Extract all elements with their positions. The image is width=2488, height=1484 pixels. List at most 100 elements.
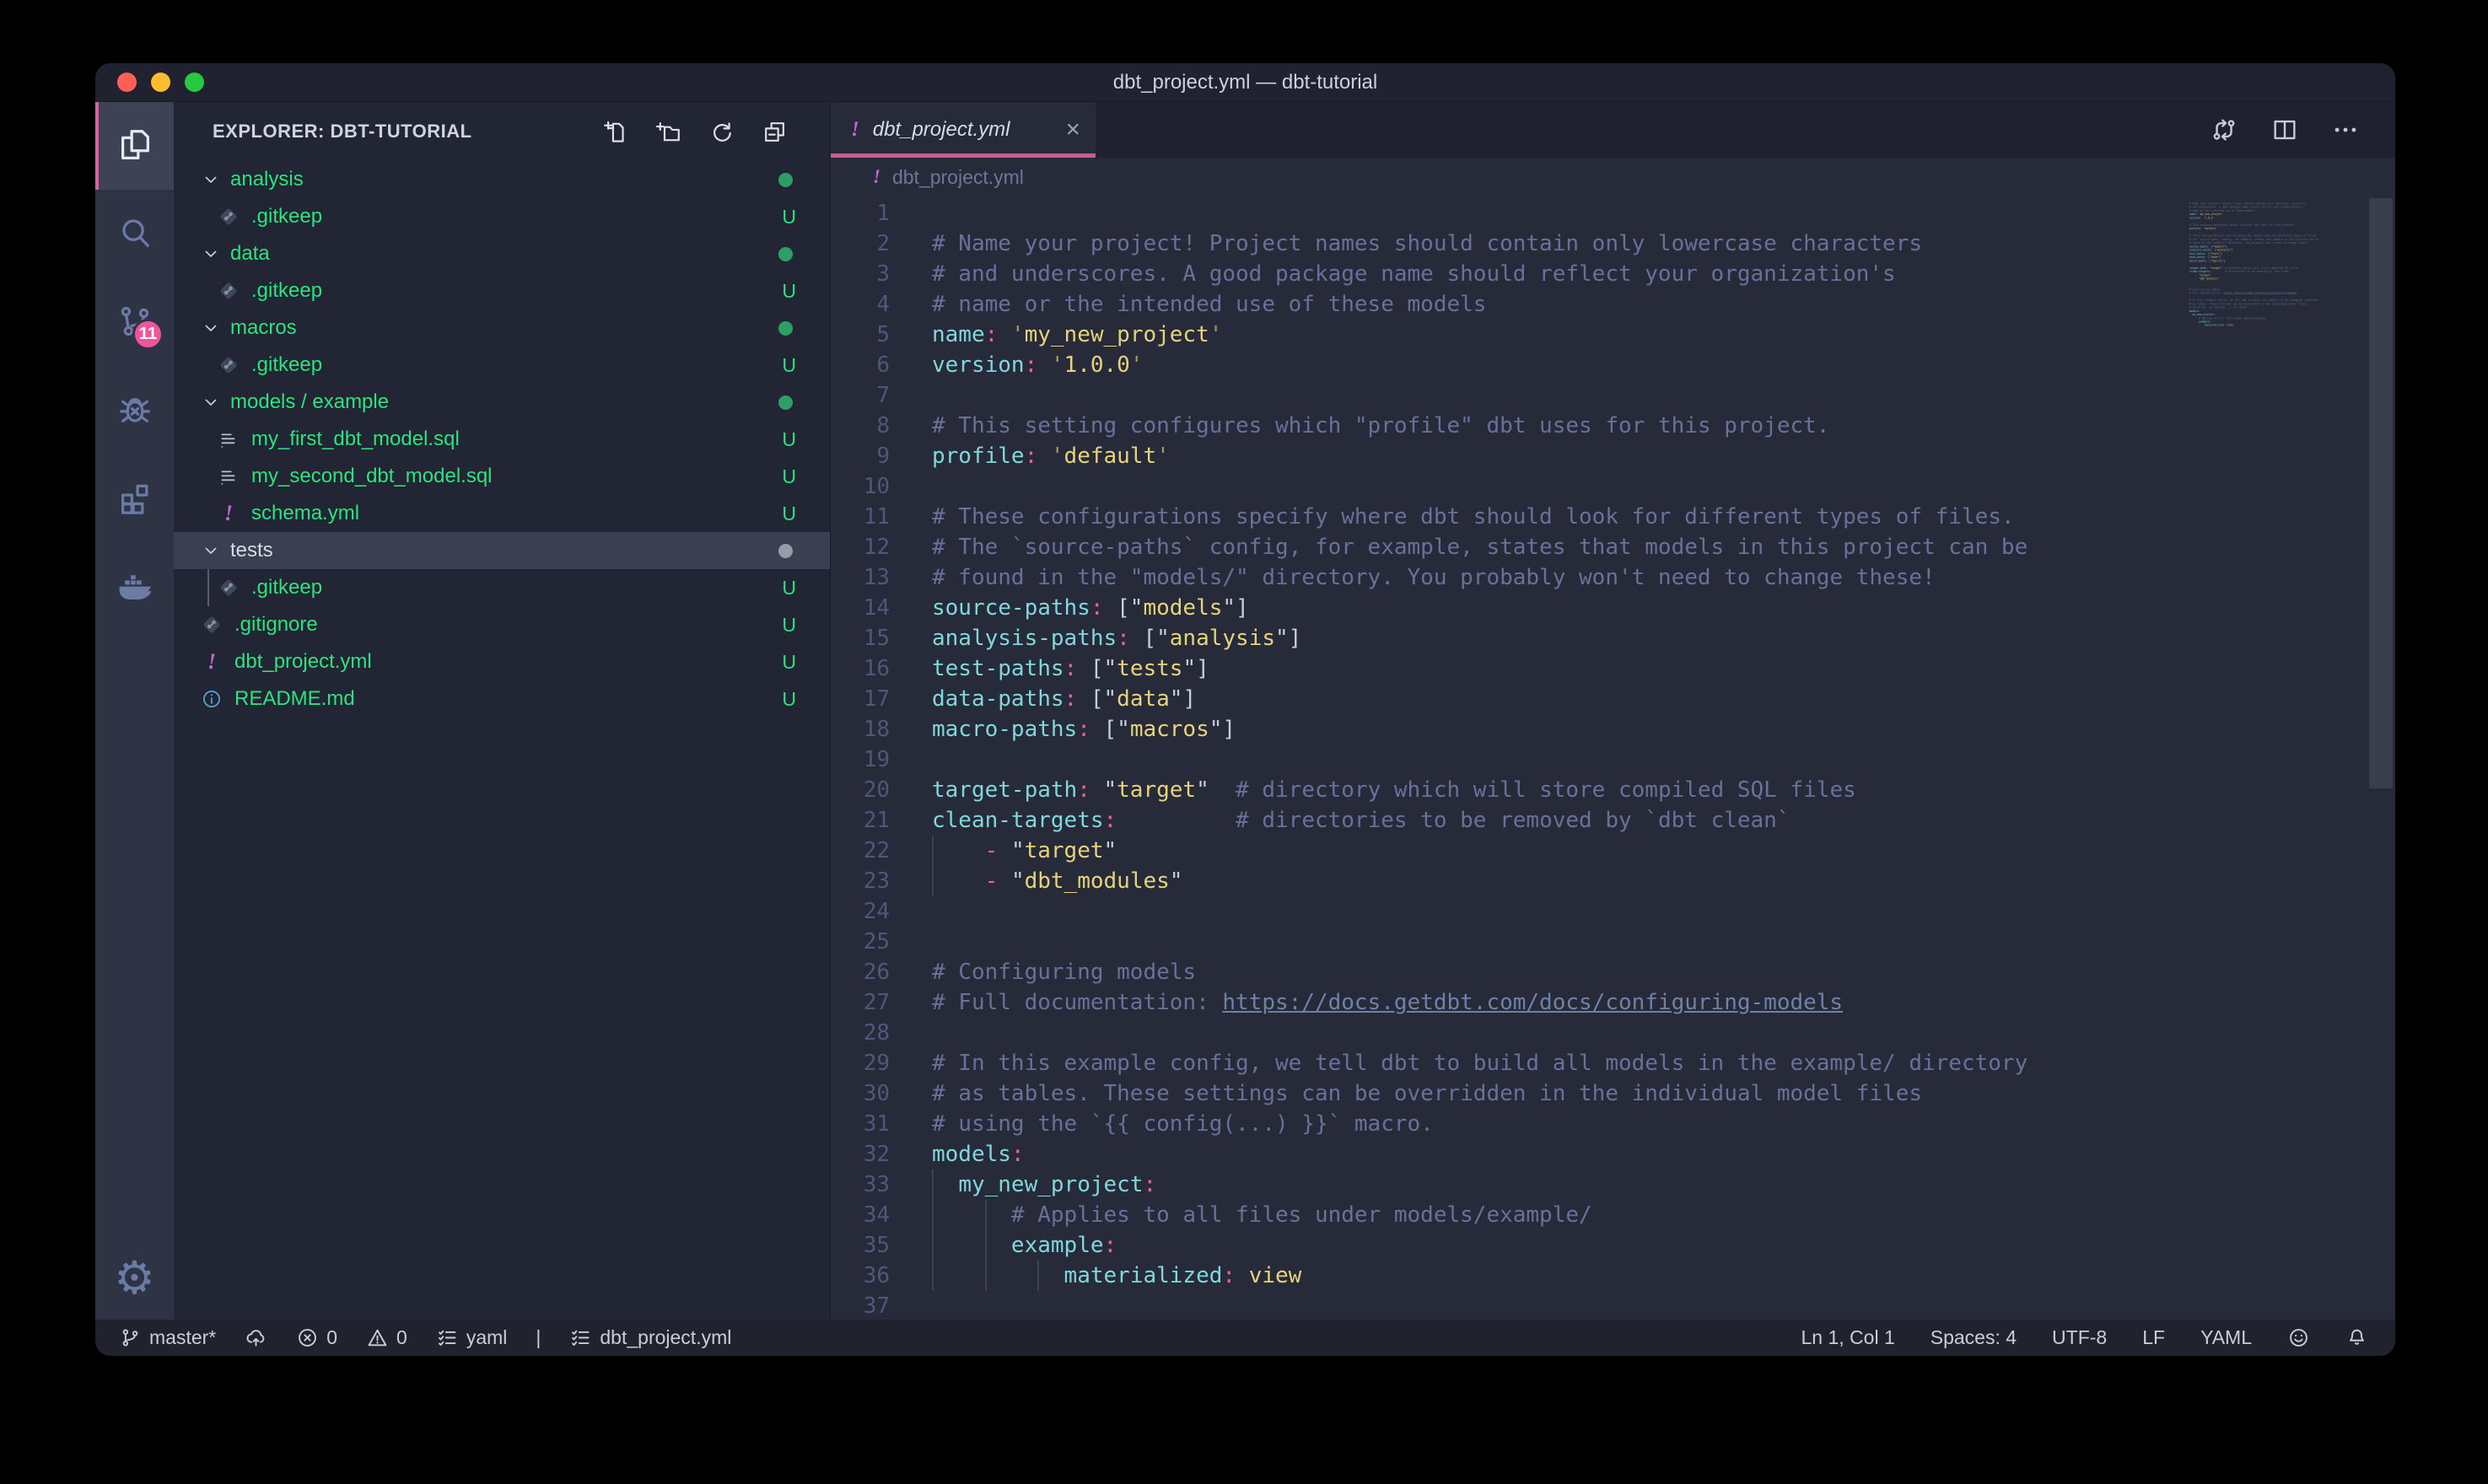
status-eol[interactable]: LF — [2142, 1326, 2165, 1349]
status-publish-changes[interactable] — [245, 1326, 267, 1349]
status-linter-file[interactable]: dbt_project.yml — [569, 1326, 731, 1349]
code-line-7[interactable]: 7 — [831, 380, 2395, 411]
activity-bar-item-extensions[interactable] — [95, 453, 174, 540]
minimize-window-button[interactable] — [151, 73, 170, 92]
tab-dbt-project-yml[interactable]: ! dbt_project.yml × — [831, 102, 1096, 158]
status-branch-indicator[interactable]: master* — [119, 1326, 216, 1349]
code-line-33[interactable]: 33 my_new_project: — [831, 1169, 2395, 1200]
yaml-warning-icon: ! — [224, 501, 233, 526]
code-line-28[interactable]: 28 — [831, 1018, 2395, 1048]
activity-bar-item-source-control[interactable]: 11 — [95, 277, 174, 365]
indent-guide — [985, 1261, 987, 1291]
code-line-29[interactable]: 29# In this example config, we tell dbt … — [831, 1048, 2395, 1078]
breadcrumb-item-file[interactable]: dbt_project.yml — [892, 166, 1024, 189]
code-line-20[interactable]: 20target-path: "target" # directory whic… — [831, 775, 2395, 805]
split-editor-button[interactable] — [2270, 116, 2299, 144]
activity-bar-item-debug[interactable] — [95, 365, 174, 453]
tree-item-data[interactable]: data — [174, 235, 830, 272]
code-line-25[interactable]: 25 — [831, 927, 2395, 957]
tree-item--gitkeep[interactable]: .gitkeepU — [174, 569, 830, 606]
titlebar[interactable]: dbt_project.yml — dbt-tutorial — [95, 63, 2395, 102]
code-line-19[interactable]: 19 — [831, 745, 2395, 775]
status-language-mode[interactable]: YAML — [2200, 1326, 2252, 1349]
settings-gear-icon[interactable]: ⚙ — [95, 1235, 174, 1320]
code-line-5[interactable]: 5name: 'my_new_project' — [831, 320, 2395, 350]
status-error-count[interactable]: 0 — [296, 1326, 337, 1349]
status-notifications[interactable] — [2345, 1326, 2368, 1349]
tree-item--gitkeep[interactable]: .gitkeepU — [174, 272, 830, 309]
collapse-folders-button[interactable] — [762, 119, 788, 145]
status-indentation[interactable]: Spaces: 4 — [1931, 1326, 2017, 1349]
code-line-4[interactable]: 4# name or the intended use of these mod… — [831, 289, 2395, 320]
code-line-35[interactable]: 35 example: — [831, 1230, 2395, 1261]
close-window-button[interactable] — [117, 73, 137, 92]
code-line-22[interactable]: 22 - "target" — [831, 836, 2395, 866]
code-line-32[interactable]: 32models: — [831, 1139, 2395, 1169]
code-line-18[interactable]: 18macro-paths: ["macros"] — [831, 714, 2395, 745]
code-line-24[interactable]: 24 — [831, 896, 2395, 927]
code-line-21[interactable]: 21clean-targets: # directories to be rem… — [831, 805, 2395, 836]
code-line-27[interactable]: 27# Full documentation: https://docs.get… — [831, 987, 2395, 1018]
activity-bar-item-search[interactable] — [95, 190, 174, 277]
status-encoding[interactable]: UTF-8 — [2052, 1326, 2107, 1349]
tree-item-models-example[interactable]: models / example — [174, 384, 830, 421]
minimap[interactable]: 12# Name your project! Project names sho… — [2184, 198, 2366, 637]
code-line-37[interactable]: 37 — [2184, 327, 2344, 331]
code-line-1[interactable]: 1 — [831, 198, 2395, 229]
code-line-2[interactable]: 2# Name your project! Project names shou… — [831, 229, 2395, 259]
tree-item-label: .gitignore — [234, 613, 318, 637]
close-tab-icon[interactable]: × — [1065, 117, 1080, 142]
status-cursor-position[interactable]: Ln 1, Col 1 — [1801, 1326, 1895, 1349]
code-line-36[interactable]: 36 materialized: view — [831, 1261, 2395, 1291]
open-changes-button[interactable] — [2210, 116, 2238, 144]
new-file-button[interactable] — [602, 119, 628, 145]
editor-scrollbar[interactable] — [2369, 198, 2393, 788]
status-feedback[interactable] — [2287, 1326, 2310, 1349]
tree-item--gitkeep[interactable]: .gitkeepU — [174, 347, 830, 384]
status-warning-count[interactable]: 0 — [366, 1326, 407, 1349]
tree-item-dbt-project-yml[interactable]: !dbt_project.ymlU — [174, 643, 830, 680]
code-line-9[interactable]: 9profile: 'default' — [831, 441, 2395, 471]
status-label: dbt_project.yml — [600, 1326, 731, 1349]
tree-item-my-second-dbt-model-sql[interactable]: my_second_dbt_model.sqlU — [174, 458, 830, 495]
tree-item-my-first-dbt-model-sql[interactable]: my_first_dbt_model.sqlU — [174, 421, 830, 458]
code-line-6[interactable]: 6version: '1.0.0' — [831, 350, 2395, 380]
code-line-37[interactable]: 37 — [831, 1291, 2395, 1320]
zoom-window-button[interactable] — [185, 73, 204, 92]
tree-item-analysis[interactable]: analysis — [174, 161, 830, 198]
code-line-14[interactable]: 14source-paths: ["models"] — [831, 593, 2395, 623]
code-line-10[interactable]: 10 — [831, 471, 2395, 502]
code-line-34[interactable]: 34 # Applies to all files under models/e… — [831, 1200, 2395, 1230]
tree-item-tests[interactable]: tests — [174, 532, 830, 569]
activity-bar-item-docker[interactable] — [95, 540, 174, 628]
code-line-content: example: — [890, 1230, 1117, 1261]
code-line-15[interactable]: 15analysis-paths: ["analysis"] — [831, 623, 2395, 653]
code-line-31[interactable]: 31# using the `{{ config(...) }}` macro. — [831, 1109, 2395, 1139]
code-line-8[interactable]: 8# This setting configures which "profil… — [831, 411, 2395, 441]
more-actions-button[interactable] — [2331, 116, 2360, 144]
code-line-content: version: '1.0.0' — [890, 350, 1143, 380]
code-line-12[interactable]: 12# The `source-paths` config, for examp… — [831, 532, 2395, 562]
code-line-23[interactable]: 23 - "dbt_modules" — [831, 866, 2395, 896]
code-line-3[interactable]: 3# and underscores. A good package name … — [831, 259, 2395, 289]
tree-item-schema-yml[interactable]: !schema.ymlU — [174, 495, 830, 532]
tree-item--gitignore[interactable]: .gitignoreU — [174, 606, 830, 643]
tree-item--gitkeep[interactable]: .gitkeepU — [174, 198, 830, 235]
chevron-down-icon — [201, 318, 221, 338]
code-line-26[interactable]: 26# Configuring models — [831, 957, 2395, 987]
code-editor[interactable]: 12# Name your project! Project names sho… — [831, 196, 2395, 1320]
status-linter-yaml[interactable]: yaml — [436, 1326, 508, 1349]
tree-item-readme-md[interactable]: README.mdU — [174, 680, 830, 718]
activity-bar-item-explorer[interactable] — [95, 102, 174, 190]
code-line-13[interactable]: 13# found in the "models/" directory. Yo… — [831, 562, 2395, 593]
code-line-17[interactable]: 17data-paths: ["data"] — [831, 684, 2395, 714]
tree-item-macros[interactable]: macros — [174, 309, 830, 347]
code-line-16[interactable]: 16test-paths: ["tests"] — [831, 653, 2395, 684]
docs-link[interactable]: https://docs.getdbt.com/docs/configuring… — [1222, 990, 1843, 1015]
new-folder-button[interactable] — [655, 119, 681, 145]
refresh-explorer-button[interactable] — [708, 119, 735, 145]
search-icon — [116, 214, 154, 253]
indent-guide — [932, 866, 934, 896]
code-line-11[interactable]: 11# These configurations specify where d… — [831, 502, 2395, 532]
code-line-30[interactable]: 30# as tables. These settings can be ove… — [831, 1078, 2395, 1109]
